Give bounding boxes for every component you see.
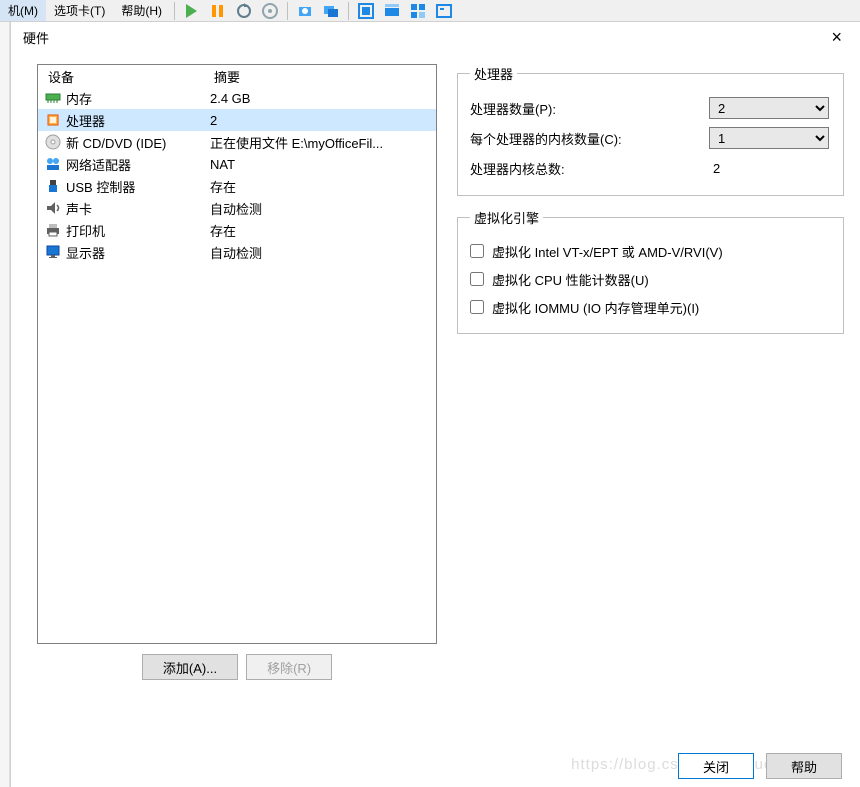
iommu-checkbox[interactable] (470, 300, 484, 314)
perf-checkbox-row[interactable]: 虚拟化 CPU 性能计数器(U) (470, 265, 831, 293)
device-summary: 2 (210, 113, 436, 128)
thumbnail-icon[interactable] (407, 0, 429, 22)
device-label: 处理器 (66, 111, 105, 130)
printer-icon (44, 221, 62, 239)
cores-per-proc-select[interactable]: 1 (709, 127, 829, 149)
device-row-display[interactable]: 显示器 自动检测 (38, 241, 436, 263)
proc-count-label: 处理器数量(P): (470, 99, 709, 118)
gear-icon[interactable] (259, 0, 281, 22)
snapshot-manager-icon[interactable] (320, 0, 342, 22)
cpu-icon (44, 111, 62, 129)
sound-icon (44, 199, 62, 217)
remove-button: 移除(R) (246, 654, 332, 680)
device-label: 声卡 (66, 199, 92, 218)
header-device: 设备 (38, 67, 214, 86)
usb-icon (44, 177, 62, 195)
cores-per-proc-label: 每个处理器的内核数量(C): (470, 129, 709, 148)
left-edge (0, 22, 10, 787)
unity-icon[interactable] (381, 0, 403, 22)
device-summary: 存在 (210, 177, 436, 196)
proc-count-select[interactable]: 2 (709, 97, 829, 119)
network-icon (44, 155, 62, 173)
perf-label: 虚拟化 CPU 性能计数器(U) (492, 270, 649, 289)
device-row-cddvd[interactable]: 新 CD/DVD (IDE) 正在使用文件 E:\myOfficeFil... (38, 131, 436, 153)
vt-label: 虚拟化 Intel VT-x/EPT 或 AMD-V/RVI(V) (492, 242, 723, 261)
device-row-printer[interactable]: 打印机 存在 (38, 219, 436, 241)
close-icon[interactable]: × (825, 27, 848, 48)
total-cores-label: 处理器内核总数: (470, 159, 709, 178)
close-button[interactable]: 关闭 (678, 753, 754, 779)
virtualization-group: 虚拟化引擎 虚拟化 Intel VT-x/EPT 或 AMD-V/RVI(V) … (457, 208, 844, 334)
dialog-title: 硬件 (23, 28, 49, 47)
device-summary: 正在使用文件 E:\myOfficeFil... (210, 133, 436, 152)
fullscreen-icon[interactable] (355, 0, 377, 22)
device-label: 网络适配器 (66, 155, 131, 174)
console-icon[interactable] (433, 0, 455, 22)
menu-tabs[interactable]: 选项卡(T) (46, 0, 113, 21)
device-label: 内存 (66, 89, 92, 108)
memory-icon (44, 89, 62, 107)
device-row-sound[interactable]: 声卡 自动检测 (38, 197, 436, 219)
hardware-dialog: 硬件 × 设备 摘要 内存 2.4 GB 处理器 2 新 CD/DVD (10, 22, 860, 787)
device-label: USB 控制器 (66, 177, 135, 196)
device-row-usb[interactable]: USB 控制器 存在 (38, 175, 436, 197)
device-row-cpu[interactable]: 处理器 2 (38, 109, 436, 131)
total-cores-value: 2 (709, 161, 831, 176)
device-summary: 2.4 GB (210, 91, 436, 106)
device-label: 打印机 (66, 221, 105, 240)
iommu-label: 虚拟化 IOMMU (IO 内存管理单元)(I) (492, 298, 699, 317)
device-list: 设备 摘要 内存 2.4 GB 处理器 2 新 CD/DVD (IDE) 正在使… (37, 64, 437, 644)
reset-icon[interactable] (233, 0, 255, 22)
play-icon[interactable] (181, 0, 203, 22)
device-summary: 存在 (210, 221, 436, 240)
device-label: 新 CD/DVD (IDE) (66, 133, 166, 152)
menu-help[interactable]: 帮助(H) (113, 0, 170, 21)
processors-group: 处理器 处理器数量(P): 2 每个处理器的内核数量(C): 1 处理器内核总数… (457, 64, 844, 196)
pause-icon[interactable] (207, 0, 229, 22)
menu-vm[interactable]: 机(M) (0, 0, 46, 21)
vt-checkbox-row[interactable]: 虚拟化 Intel VT-x/EPT 或 AMD-V/RVI(V) (470, 237, 831, 265)
virtualization-legend: 虚拟化引擎 (470, 208, 543, 227)
processors-legend: 处理器 (470, 64, 517, 83)
device-summary: NAT (210, 157, 436, 172)
disc-icon (44, 133, 62, 151)
iommu-checkbox-row[interactable]: 虚拟化 IOMMU (IO 内存管理单元)(I) (470, 293, 831, 321)
menubar: 机(M) 选项卡(T) 帮助(H) (0, 0, 860, 22)
snapshot-icon[interactable] (294, 0, 316, 22)
device-row-memory[interactable]: 内存 2.4 GB (38, 87, 436, 109)
display-icon (44, 243, 62, 261)
device-row-network[interactable]: 网络适配器 NAT (38, 153, 436, 175)
device-list-header: 设备 摘要 (38, 65, 436, 87)
vt-checkbox[interactable] (470, 244, 484, 258)
device-summary: 自动检测 (210, 243, 436, 262)
perf-checkbox[interactable] (470, 272, 484, 286)
device-summary: 自动检测 (210, 199, 436, 218)
add-button[interactable]: 添加(A)... (142, 654, 238, 680)
header-summary: 摘要 (214, 67, 436, 86)
device-label: 显示器 (66, 243, 105, 262)
help-button[interactable]: 帮助 (766, 753, 842, 779)
